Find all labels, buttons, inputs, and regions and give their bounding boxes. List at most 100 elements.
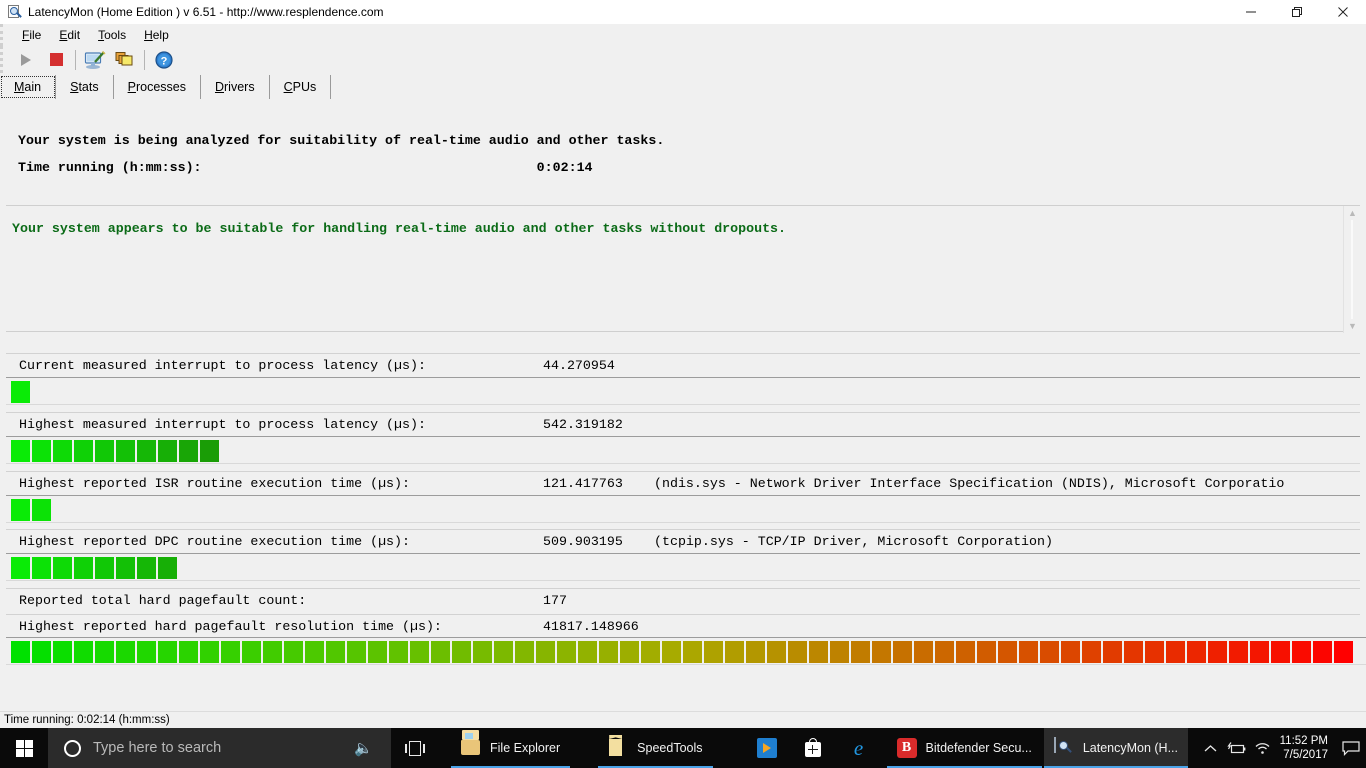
copy-button[interactable] — [110, 48, 140, 72]
tab-processes[interactable]: Processes — [113, 75, 201, 99]
pagefault-time-value: 41817.148966 — [543, 618, 639, 634]
taskbar-item-edge[interactable]: e — [839, 728, 879, 768]
bar-segment — [200, 641, 219, 663]
metric-bar — [6, 553, 1360, 581]
metric-driver-info: (tcpip.sys - TCP/IP Driver, Microsoft Co… — [654, 533, 1053, 549]
bar-segment — [1103, 641, 1122, 663]
menu-item-edit[interactable]: Edit — [50, 26, 89, 44]
bar-segment — [95, 440, 114, 462]
bar-segment — [11, 641, 30, 663]
report-button[interactable] — [80, 48, 110, 72]
media-player-icon — [756, 738, 777, 758]
tab-cpus[interactable]: C PUs — [269, 75, 332, 99]
stop-button[interactable] — [41, 48, 71, 72]
bar-segment — [935, 641, 954, 663]
scroll-down-icon[interactable]: ▼ — [1344, 319, 1361, 333]
taskbar-item-bitdefender[interactable]: B Bitdefender Secu... — [886, 728, 1043, 768]
bar-segment — [536, 641, 555, 663]
taskbar-item-file-explorer[interactable]: File Explorer — [451, 728, 571, 768]
tab-processes-label-rest: rocesses — [135, 80, 186, 94]
bar-segment — [851, 641, 870, 663]
metric-driver-info: (ndis.sys - Network Driver Interface Spe… — [654, 475, 1285, 491]
main-panel: Your system is being analyzed for suitab… — [0, 99, 1366, 711]
system-tray: 11:52 PM 7/5/2017 — [1198, 728, 1366, 768]
bar-segment — [1082, 641, 1101, 663]
bar-segment — [683, 641, 702, 663]
minimize-icon[interactable] — [1228, 0, 1274, 24]
bar-segment — [473, 641, 492, 663]
bar-segment — [347, 641, 366, 663]
bar-segment — [1040, 641, 1059, 663]
pagefault-count-value: 177 — [543, 592, 567, 608]
tab-drivers[interactable]: Drivers — [200, 75, 270, 99]
bar-segment — [284, 641, 303, 663]
bar-segment — [914, 641, 933, 663]
bar-segment — [263, 641, 282, 663]
search-input[interactable]: Type here to search 🔈 — [48, 728, 391, 768]
chevron-up-icon[interactable] — [1198, 728, 1224, 768]
bar-segment — [389, 641, 408, 663]
bar-segment — [179, 440, 198, 462]
search-placeholder: Type here to search — [93, 740, 222, 756]
bar-segment — [998, 641, 1017, 663]
action-center-icon[interactable] — [1336, 728, 1366, 768]
tab-main[interactable]: Main — [0, 75, 57, 99]
taskbar-item-speedtools[interactable]: SpeedTools — [598, 728, 713, 768]
folder-explorer-icon — [461, 730, 481, 758]
toolbar: ? — [0, 46, 1366, 73]
close-icon[interactable] — [1320, 0, 1366, 24]
restore-icon[interactable] — [1274, 0, 1320, 24]
start-button[interactable] — [11, 48, 41, 72]
taskbar-label-speedtools: SpeedTools — [637, 741, 703, 755]
bar-segment — [1208, 641, 1227, 663]
bar-segment — [158, 557, 177, 579]
bar-segment — [1334, 641, 1353, 663]
bar-segment — [1061, 641, 1080, 663]
bar-segment — [1271, 641, 1290, 663]
bar-segment — [662, 641, 681, 663]
menu-item-file[interactable]: File — [13, 26, 50, 44]
bar-segment — [725, 641, 744, 663]
metric-label: Current measured interrupt to process la… — [19, 357, 426, 373]
monitor-pen-icon — [84, 50, 106, 69]
verdict-text: Your system appears to be suitable for h… — [12, 221, 787, 236]
analysis-header: Your system is being analyzed for suitab… — [0, 99, 1366, 181]
tab-stats[interactable]: Stats — [56, 75, 114, 99]
bar-segment — [515, 641, 534, 663]
bar-segment — [53, 641, 72, 663]
time-running-row: Time running (h:mm:ss): 0:02:14 — [18, 154, 1366, 181]
taskbar-item-store[interactable] — [793, 728, 833, 768]
taskbar-label-file-explorer: File Explorer — [490, 741, 561, 755]
verdict-scrollbar[interactable]: ▲ ▼ — [1343, 206, 1360, 333]
latencymon-window: LatencyMon (Home Edition ) v 6.51 - http… — [0, 0, 1366, 768]
task-view-icon[interactable] — [391, 728, 439, 768]
microphone-icon[interactable]: 🔈 — [354, 739, 373, 757]
bar-segment — [1145, 641, 1164, 663]
bar-segment — [704, 641, 723, 663]
metric-row: Highest reported DPC routine execution t… — [6, 529, 1360, 552]
wifi-icon[interactable] — [1250, 728, 1276, 768]
metric-bar — [6, 377, 1360, 405]
bar-segment — [116, 440, 135, 462]
metric-bar — [6, 436, 1360, 464]
pagefault-time-row: Highest reported hard pagefault resoluti… — [6, 614, 1360, 637]
help-button[interactable]: ? — [149, 48, 179, 72]
scrollbar-track[interactable] — [1351, 220, 1353, 319]
menu-item-tools[interactable]: Tools — [89, 26, 135, 44]
windows-start-icon[interactable] — [0, 728, 48, 768]
menu-label-edit-rest: dit — [67, 28, 81, 42]
bar-segment — [1313, 641, 1332, 663]
metric-row: Current measured interrupt to process la… — [6, 353, 1360, 376]
battery-charging-icon[interactable] — [1224, 728, 1250, 768]
taskbar-item-media-player[interactable] — [747, 728, 787, 768]
taskbar-item-latencymon[interactable]: LatencyMon (H... — [1043, 728, 1189, 768]
bar-segment — [452, 641, 471, 663]
window-title: LatencyMon (Home Edition ) v 6.51 - http… — [28, 5, 384, 19]
clock[interactable]: 11:52 PM 7/5/2017 — [1276, 734, 1336, 762]
bar-segment — [158, 641, 177, 663]
menu-item-help[interactable]: Help — [135, 26, 178, 44]
pagefault-count-label: Reported total hard pagefault count: — [19, 592, 307, 608]
scroll-up-icon[interactable]: ▲ — [1344, 206, 1361, 220]
bar-segment — [599, 641, 618, 663]
bar-segment — [557, 641, 576, 663]
